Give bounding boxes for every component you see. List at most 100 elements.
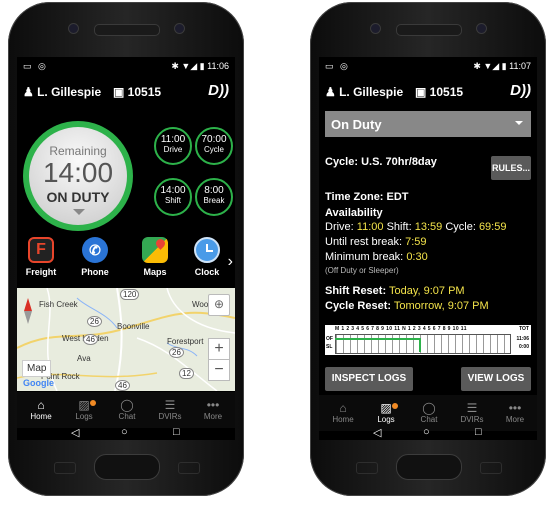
hw-back-key[interactable]	[480, 462, 502, 474]
log-grid-cells	[335, 334, 511, 354]
clock-app[interactable]: Clock	[187, 237, 227, 277]
freight-app[interactable]: F Freight	[21, 237, 61, 277]
truck-number[interactable]: ▣ 10515	[113, 85, 161, 99]
status-bar: ▭ ◎ ✱ ▼◢ ▮ 11:06	[17, 57, 235, 75]
nav-chat[interactable]: ◯ Chat	[409, 401, 449, 424]
back-icon[interactable]: ◁	[373, 426, 381, 439]
zoom-in-button[interactable]: +	[208, 338, 230, 360]
nav-dvirs[interactable]: ☰ DVIRs	[452, 401, 492, 424]
shift-timer[interactable]: 14:00 Shift	[154, 178, 192, 216]
earpiece	[396, 24, 462, 36]
nav-more[interactable]: ••• More	[193, 398, 233, 421]
nav-more[interactable]: ••• More	[495, 401, 535, 424]
hw-recent-key[interactable]	[54, 462, 76, 474]
min-break-line: Minimum break: 0:30	[325, 251, 428, 263]
cycle-reset-line: Cycle Reset: Tomorrow, 9:07 PM	[325, 300, 489, 312]
break-timer[interactable]: 8:00 Break	[195, 178, 233, 216]
compass-icon[interactable]	[24, 298, 32, 324]
nav-logs[interactable]: ▨ Logs	[366, 401, 406, 424]
map-view[interactable]: Fish Creek Woodgate West Leyden Boonvill…	[17, 288, 235, 391]
log-grid[interactable]: M 1 2 3 4 5 6 7 8 9 10 11 N 1 2 3 4 5 6 …	[325, 325, 531, 355]
log-line-transition	[419, 338, 421, 352]
nav-home[interactable]: ⌂ Home	[21, 398, 61, 421]
drive-timer-value: 11:00	[160, 134, 186, 145]
notification-icons: ▭ ◎	[325, 61, 350, 71]
cycle-timer-value: 70:00	[201, 134, 227, 145]
log-grid-total-label: TOT	[519, 326, 529, 332]
crosshair-icon: ⊕	[213, 297, 225, 311]
nav-dvirs[interactable]: ☰ DVIRs	[150, 398, 190, 421]
nav-home[interactable]: ⌂ Home	[323, 401, 363, 424]
clock-time: 11:07	[509, 61, 531, 71]
driver-name[interactable]: ♟ L. Gillespie	[325, 85, 403, 99]
phone-right: ▭ ◎ ✱ ▼◢ ▮ 11:07 ♟ L. Gillespie ▣ 10515 …	[310, 2, 546, 496]
road-marker: 12	[179, 368, 194, 379]
log-grid-hours: M 1 2 3 4 5 6 7 8 9 10 11 N 1 2 3 4 5 6 …	[335, 326, 467, 332]
zoom-out-button[interactable]: −	[208, 359, 230, 381]
recents-icon[interactable]: □	[173, 426, 180, 438]
min-break-value: 0:30	[406, 251, 428, 263]
driver-name[interactable]: ♟ L. Gillespie	[23, 85, 101, 99]
home-circle-icon[interactable]: ○	[423, 426, 430, 438]
status-bar: ▭ ◎ ✱ ▼◢ ▮ 11:07	[319, 57, 537, 75]
hw-recent-key[interactable]	[356, 462, 378, 474]
availability-title: Availability	[325, 207, 383, 219]
driver-name-text: L. Gillespie	[339, 85, 404, 99]
availability-line: Drive: 11:00 Shift: 13:59 Cycle: 69:59	[325, 221, 506, 233]
truck-number[interactable]: ▣ 10515	[415, 85, 463, 99]
hardware-home-button[interactable]	[94, 454, 160, 480]
cycle-timer-label: Cycle	[203, 145, 224, 154]
screen-dashboard: ▭ ◎ ✱ ▼◢ ▮ 11:06 ♟ L. Gillespie ▣ 10515 …	[17, 57, 235, 440]
remaining-dial-face: Remaining 14:00 ON DUTY	[29, 127, 127, 225]
nav-chat-label: Chat	[118, 412, 136, 421]
driver-name-text: L. Gillespie	[37, 85, 102, 99]
nav-chat[interactable]: ◯ Chat	[107, 398, 147, 421]
map-place: Boonville	[117, 322, 150, 331]
duty-status-dropdown[interactable]: On Duty	[325, 111, 531, 137]
cycle-label: Cycle:	[445, 221, 476, 233]
cycle-reset-value: Tomorrow, 9:07 PM	[393, 300, 489, 312]
maps-app[interactable]: Maps	[135, 237, 175, 277]
freight-app-label: Freight	[25, 267, 57, 277]
min-break-label: Minimum break:	[325, 251, 404, 263]
cycle-timer[interactable]: 70:00 Cycle	[195, 127, 233, 165]
app-header: ♟ L. Gillespie ▣ 10515 D))	[17, 76, 235, 108]
rules-button[interactable]: RULES...	[491, 156, 531, 180]
min-break-note: (Off Duty or Sleeper)	[325, 266, 399, 275]
phone-left: ▭ ◎ ✱ ▼◢ ▮ 11:06 ♟ L. Gillespie ▣ 10515 …	[8, 2, 244, 496]
nav-home-label: Home	[332, 415, 354, 424]
remaining-label: Remaining	[49, 144, 107, 158]
shift-reset-value: Today, 9:07 PM	[388, 285, 465, 297]
remaining-dial[interactable]: Remaining 14:00 ON DUTY	[23, 121, 133, 231]
hardware-home-button[interactable]	[396, 454, 462, 480]
recents-icon[interactable]: □	[475, 426, 482, 438]
clock-app-icon	[194, 237, 220, 263]
my-location-button[interactable]: ⊕	[208, 294, 230, 316]
chat-icon: ◯	[120, 398, 134, 412]
phone-app[interactable]: ✆ Phone	[75, 237, 115, 277]
rest-break-line: Until rest break: 7:59	[325, 236, 427, 248]
phone-app-icon: ✆	[82, 237, 108, 263]
hw-back-key[interactable]	[178, 462, 200, 474]
duty-status: ON DUTY	[46, 189, 110, 205]
notification-icons: ▭ ◎	[23, 61, 48, 71]
inspect-logs-button[interactable]: INSPECT LOGS	[325, 367, 413, 391]
rest-label: Until rest break:	[325, 236, 403, 248]
home-circle-icon[interactable]: ○	[121, 426, 128, 438]
cycle-reset-label: Cycle Reset:	[325, 300, 392, 312]
nav-logs[interactable]: ▨ Logs	[64, 398, 104, 421]
log-grid-row-label: SL	[326, 344, 333, 350]
log-grid-row-label: OF	[326, 336, 333, 342]
view-logs-button[interactable]: VIEW LOGS	[461, 367, 531, 391]
map-type-button[interactable]: Map	[22, 360, 52, 377]
google-logo: Google	[23, 378, 54, 388]
front-camera	[68, 23, 79, 34]
system-nav: ◁ ○ □	[319, 426, 537, 440]
shift-reset-label: Shift Reset:	[325, 285, 387, 297]
chevron-right-icon[interactable]: ›	[228, 253, 233, 271]
drive-timer[interactable]: 11:00 Drive	[154, 127, 192, 165]
shift-timer-label: Shift	[164, 196, 181, 205]
duty-status-value: On Duty	[331, 117, 382, 132]
back-icon[interactable]: ◁	[71, 426, 79, 439]
logs-icon: ▨	[380, 401, 392, 415]
